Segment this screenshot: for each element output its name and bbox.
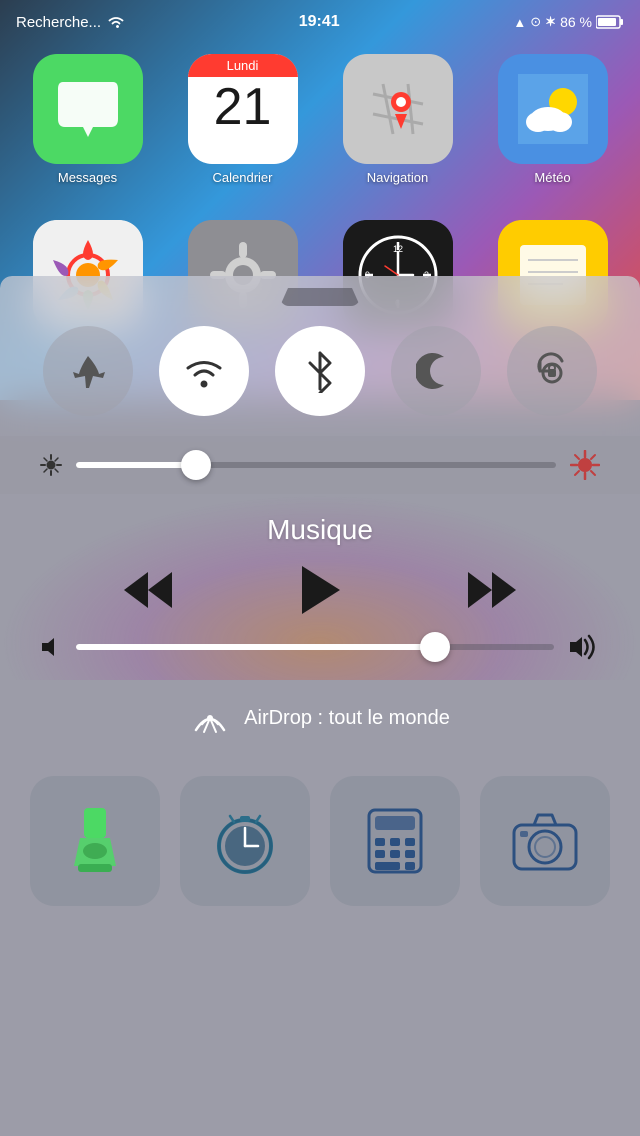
messages-bubble-icon <box>53 77 123 142</box>
quick-actions <box>0 756 640 936</box>
time-display: 19:41 <box>299 13 340 31</box>
weather-icon-img <box>498 54 608 164</box>
camera-icon <box>510 811 580 871</box>
play-button[interactable] <box>298 564 342 616</box>
airplane-icon <box>69 352 107 390</box>
brightness-section <box>0 436 640 494</box>
play-icon <box>298 564 342 616</box>
rotation-toggle[interactable] <box>507 326 597 416</box>
control-center: Musique <box>0 276 640 1136</box>
wifi-status-icon <box>107 15 125 29</box>
brightness-fill <box>76 462 196 468</box>
battery-icon <box>596 15 624 29</box>
volume-track[interactable] <box>76 644 554 650</box>
sun-small-icon <box>40 454 62 476</box>
messages-label: Messages <box>58 170 117 185</box>
volume-low-icon <box>40 636 62 658</box>
navigation-icon-img <box>343 54 453 164</box>
fastforward-button[interactable] <box>466 568 518 612</box>
airdrop-icon <box>190 698 230 738</box>
calculator-button[interactable] <box>330 776 460 906</box>
app-navigation[interactable]: Navigation <box>333 54 463 185</box>
pull-handle[interactable] <box>0 276 640 316</box>
volume-thumb[interactable] <box>420 632 450 662</box>
carrier-text: Recherche... <box>16 14 101 31</box>
rewind-icon <box>122 568 174 612</box>
moon-icon <box>416 351 456 391</box>
app-messages[interactable]: Messages <box>23 54 153 185</box>
sun-large-icon <box>570 450 600 480</box>
music-title: Musique <box>267 514 373 546</box>
brightness-low-icon <box>40 454 62 476</box>
app-calendrier[interactable]: Lundi 21 Calendrier <box>178 54 308 185</box>
calendar-icon-img: Lundi 21 <box>188 54 298 164</box>
music-section: Musique <box>0 494 640 680</box>
app-meteo[interactable]: Météo <box>488 54 618 185</box>
brightness-thumb[interactable] <box>181 450 211 480</box>
volume-high-icon <box>568 634 600 660</box>
flashlight-icon <box>70 806 120 876</box>
rotation-lock-icon <box>532 351 572 391</box>
airdrop-label: AirDrop : tout le monde <box>244 707 450 730</box>
battery-percentage: 86 % <box>560 14 592 30</box>
messages-icon-img <box>33 54 143 164</box>
status-bar: Recherche... 19:41 ▲ ⊙ ✶ 86 % <box>0 0 640 44</box>
handle-bar <box>280 288 360 306</box>
wifi-toggle[interactable] <box>159 326 249 416</box>
flashlight-button[interactable] <box>30 776 160 906</box>
timer-button[interactable] <box>180 776 310 906</box>
calendar-day: 21 <box>214 81 272 133</box>
airdrop-section[interactable]: AirDrop : tout le monde <box>0 680 640 756</box>
weather-app-icon <box>518 74 588 144</box>
volume-row <box>40 634 600 660</box>
alarm-icon: ⊙ <box>530 14 541 30</box>
wifi-icon <box>182 353 226 389</box>
speaker-high-icon <box>568 634 600 660</box>
bluetooth-icon <box>306 349 334 393</box>
bluetooth-toggle[interactable] <box>275 326 365 416</box>
app-row-1: Messages Lundi 21 Calendrier Navigat <box>0 44 640 195</box>
brightness-high-icon <box>570 450 600 480</box>
dnd-toggle[interactable] <box>391 326 481 416</box>
brightness-track[interactable] <box>76 462 556 468</box>
rewind-button[interactable] <box>122 568 174 612</box>
fastforward-icon <box>466 568 518 612</box>
navigation-map-icon <box>363 74 433 144</box>
volume-fill <box>76 644 435 650</box>
meteo-label: Météo <box>534 170 570 185</box>
calendrier-label: Calendrier <box>213 170 273 185</box>
toggle-row <box>0 316 640 426</box>
status-right: ▲ ⊙ ✶ 86 % <box>513 14 624 30</box>
bluetooth-status-icon: ✶ <box>545 14 556 30</box>
navigation-label: Navigation <box>367 170 428 185</box>
gps-icon: ▲ <box>513 15 526 30</box>
airplane-toggle[interactable] <box>43 326 133 416</box>
camera-button[interactable] <box>480 776 610 906</box>
calculator-icon <box>365 806 425 876</box>
calendar-header: Lundi <box>188 54 298 77</box>
music-controls <box>40 564 600 616</box>
speaker-low-icon <box>40 636 62 658</box>
timer-icon <box>210 806 280 876</box>
